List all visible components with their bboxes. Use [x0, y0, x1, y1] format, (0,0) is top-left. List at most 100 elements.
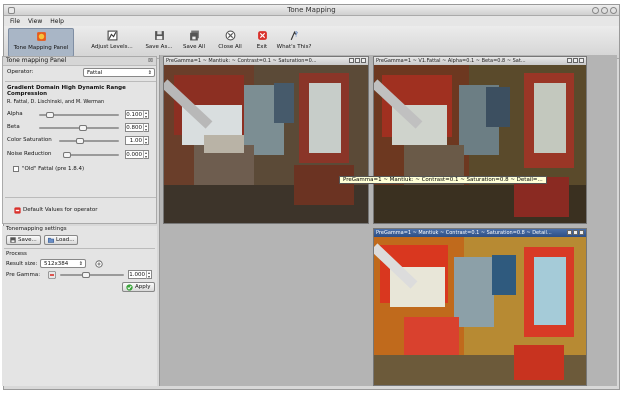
tonemapped-image-mantiuk: [164, 65, 368, 223]
pregamma-label: Pre Gamma:: [6, 272, 41, 278]
maximize-icon[interactable]: [355, 58, 360, 63]
close-icon[interactable]: [361, 58, 366, 63]
adjust-levels-button[interactable]: Adjust Levels...: [88, 28, 136, 57]
spin-arrows-icon[interactable]: ▴ ▾: [143, 111, 148, 119]
window-controls[interactable]: [567, 230, 584, 235]
minimize-icon[interactable]: [349, 58, 354, 63]
save-icon: [10, 237, 16, 243]
toolbar-label: Exit: [256, 44, 268, 50]
save-settings-button[interactable]: Save...: [6, 235, 41, 245]
spin-arrows-icon[interactable]: ▴ ▾: [146, 271, 151, 279]
slider-handle[interactable]: [78, 125, 87, 131]
maximize-icon[interactable]: [573, 58, 578, 63]
whats-this-button[interactable]: ? What's This?: [275, 28, 313, 57]
window-title: Tone Mapping: [287, 6, 336, 14]
slider-handle[interactable]: [63, 152, 71, 158]
color-saturation-slider[interactable]: [59, 138, 119, 144]
operator-label: Operator:: [7, 69, 34, 75]
divider: [5, 81, 156, 82]
result-window-title: PreGamma=1 ~ Mantiuk: ~ Contrast=0.1 ~ S…: [166, 58, 317, 64]
method-title: Gradient Domain High Dynamic Range Compr…: [7, 85, 126, 97]
svg-text:?: ?: [294, 31, 298, 39]
empty-mdi-space: [160, 228, 369, 386]
toolbar-label: Close All: [218, 44, 242, 50]
menu-help[interactable]: Help: [50, 18, 64, 25]
panel-header: Tone mapping Panel ⊠: [3, 57, 156, 66]
close-icon[interactable]: [610, 7, 617, 14]
operator-value: Fattal: [87, 70, 103, 76]
slider-handle[interactable]: [76, 138, 85, 144]
pregamma-value: 1.000: [129, 272, 145, 278]
exit-button[interactable]: Exit: [253, 28, 271, 57]
color-saturation-label: Color Saturation: [7, 137, 52, 143]
menu-bar: File View Help: [4, 16, 619, 26]
noise-reduction-label: Noise Reduction: [7, 151, 52, 157]
window-controls[interactable]: [349, 58, 366, 63]
result-window-title: PreGamma=1 ~ V1.Fattal ~ Alpha=0.1 ~ Bet…: [376, 58, 526, 64]
close-icon[interactable]: [579, 58, 584, 63]
menu-view[interactable]: View: [28, 18, 42, 25]
whats-this-icon: ?: [290, 31, 298, 41]
pregamma-slider[interactable]: [60, 272, 124, 278]
minimize-icon[interactable]: [567, 58, 572, 63]
color-saturation-value: 1.00: [129, 138, 142, 144]
spin-arrows-icon[interactable]: ▴ ▾: [143, 137, 148, 145]
toolbar-label: What's This?: [276, 44, 312, 50]
close-all-button[interactable]: Close All: [215, 28, 245, 57]
operator-select[interactable]: Fattal ⇕: [83, 68, 155, 77]
image-mdi-area: PreGamma=1 ~ Mantiuk: ~ Contrast=0.1 ~ S…: [159, 55, 617, 386]
result-window-3[interactable]: PreGamma=1 ~ Mantiuk ~ Contrast=0.1 ~ Sa…: [373, 228, 587, 386]
result-size-value: 512x384: [44, 261, 69, 267]
maximize-icon[interactable]: [601, 7, 608, 14]
alpha-label: Alpha: [7, 111, 23, 117]
beta-slider[interactable]: [39, 125, 119, 131]
menu-file[interactable]: File: [10, 18, 20, 25]
result-window-1[interactable]: PreGamma=1 ~ Mantiuk: ~ Contrast=0.1 ~ S…: [163, 56, 369, 224]
pregamma-spinbox[interactable]: 1.000 ▴ ▾: [128, 270, 152, 279]
zoom-icon[interactable]: [95, 260, 103, 268]
alpha-slider[interactable]: [39, 112, 119, 118]
window-controls[interactable]: [567, 58, 584, 63]
load-settings-button[interactable]: Load...: [44, 235, 79, 245]
color-saturation-spinbox[interactable]: 1.00 ▴ ▾: [125, 136, 149, 145]
slider-handle[interactable]: [82, 272, 90, 278]
toolbar-label: Save As...: [145, 44, 173, 50]
tonemapped-image-fattal: [374, 65, 586, 223]
apply-label: Apply: [135, 283, 151, 290]
beta-spinbox[interactable]: 0.800 ▴ ▾: [125, 123, 149, 132]
noise-reduction-slider[interactable]: [63, 152, 119, 158]
folder-icon: [48, 237, 54, 243]
save-as-button[interactable]: Save As...: [142, 28, 176, 57]
adjust-levels-icon: [107, 30, 117, 41]
old-fattal-checkbox[interactable]: [13, 166, 19, 172]
panel-close-icon[interactable]: ⊠: [148, 57, 153, 64]
reset-pregamma-icon[interactable]: [48, 271, 56, 279]
save-all-button[interactable]: Save All: [179, 28, 209, 57]
alpha-spinbox[interactable]: 0.100 ▴ ▾: [125, 110, 149, 119]
method-authors: R. Fattal, D. Lischinski, and M. Werman: [7, 99, 105, 105]
spin-arrows-icon[interactable]: ▴ ▾: [143, 124, 148, 132]
beta-value: 0.800: [126, 125, 142, 131]
toolbar-label: Save All: [182, 44, 206, 50]
beta-label: Beta: [7, 124, 20, 130]
exit-icon: [257, 31, 267, 40]
tonemapping-settings-title: Tonemapping settings: [6, 226, 67, 232]
close-icon[interactable]: [579, 230, 584, 235]
noise-reduction-spinbox[interactable]: 0.000 ▴ ▾: [125, 150, 149, 159]
result-window-2[interactable]: PreGamma=1 ~ V1.Fattal ~ Alpha=0.1 ~ Bet…: [373, 56, 587, 224]
minimize-icon[interactable]: [592, 7, 599, 14]
slider-handle[interactable]: [46, 112, 55, 118]
default-values-button[interactable]: Default Values for operator: [11, 205, 101, 215]
result-window-title: PreGamma=1 ~ Mantiuk ~ Contrast=0.1 ~ Sa…: [376, 230, 552, 236]
maximize-icon[interactable]: [573, 230, 578, 235]
toolbar-label: Tone Mapping Panel: [13, 45, 69, 51]
spin-arrows-icon[interactable]: ▴ ▾: [143, 151, 148, 159]
result-size-select[interactable]: 512x384 ⇕: [40, 259, 86, 268]
save-as-icon: [154, 31, 164, 40]
minimize-icon[interactable]: [567, 230, 572, 235]
divider: [4, 248, 155, 249]
old-fattal-label: "Old" Fattal (pre 1.8.4): [22, 166, 85, 172]
default-values-label: Default Values for operator: [23, 206, 98, 213]
tone-mapping-panel-button[interactable]: Tone Mapping Panel: [8, 28, 74, 57]
apply-button[interactable]: Apply: [122, 282, 155, 292]
